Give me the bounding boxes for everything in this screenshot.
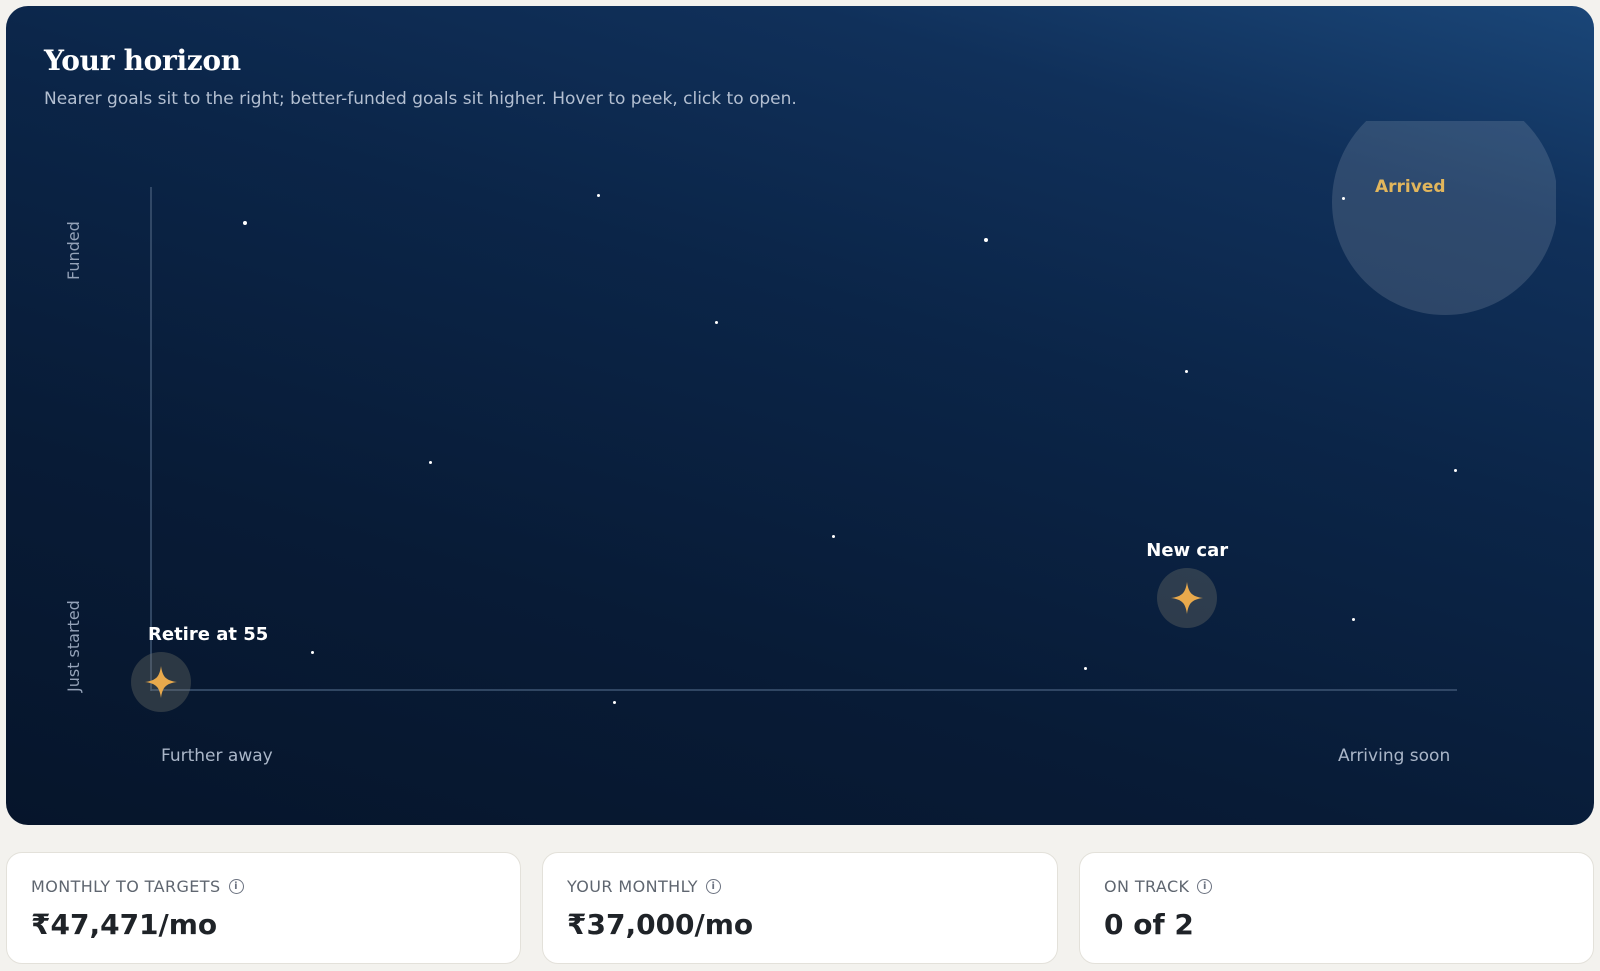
y-axis-label-bottom: Just started: [64, 600, 83, 692]
stat-label: ON TRACK: [1104, 877, 1190, 896]
stat-card-on-track: ON TRACK i 0 of 2: [1079, 852, 1594, 964]
info-icon[interactable]: i: [228, 879, 244, 894]
sparkle-star-icon: [1171, 581, 1204, 614]
stat-value: ₹37,000/mo: [567, 908, 754, 941]
goal-halo[interactable]: [131, 652, 191, 712]
info-icon[interactable]: i: [1197, 879, 1213, 894]
horizon-axes: [150, 187, 1457, 691]
stat-value: 0 of 2: [1104, 908, 1194, 941]
y-axis-label-top: Funded: [64, 221, 83, 280]
stat-card-your-monthly: YOUR MONTHLY i ₹37,000/mo: [542, 852, 1058, 964]
sparkle-star-icon: [145, 666, 177, 698]
horizon-panel: Your horizon Nearer goals sit to the rig…: [6, 6, 1594, 825]
horizon-plot: Arrived Funded Just started Further away…: [6, 6, 1594, 825]
stat-label: MONTHLY TO TARGETS: [31, 877, 221, 896]
stat-label: YOUR MONTHLY: [567, 877, 698, 896]
goal-halo[interactable]: [1157, 567, 1218, 628]
stat-card-monthly-to-targets: MONTHLY TO TARGETS i ₹47,471/mo: [6, 852, 521, 964]
stat-value: ₹47,471/mo: [31, 908, 218, 941]
info-icon[interactable]: i: [705, 879, 721, 894]
x-axis-label-right: Arriving soon: [1338, 746, 1451, 766]
goal-label: New car: [1146, 539, 1229, 561]
goal-label: Retire at 55: [148, 624, 269, 645]
x-axis-label-left: Further away: [161, 746, 273, 766]
